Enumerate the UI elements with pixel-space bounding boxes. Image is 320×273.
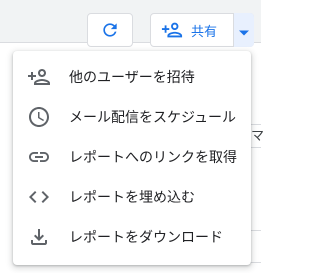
menu-item-invite-users[interactable]: 他のユーザーを招待 bbox=[13, 57, 251, 97]
menu-item-label: 他のユーザーを招待 bbox=[69, 70, 195, 86]
background-tab-label: マ bbox=[251, 129, 265, 144]
share-button-group: 共有 bbox=[150, 13, 254, 47]
link-icon bbox=[27, 145, 51, 169]
embed-code-icon bbox=[27, 185, 51, 209]
menu-item-embed-report[interactable]: レポートを埋め込む bbox=[13, 177, 251, 217]
menu-item-schedule-email[interactable]: メール配信をスケジュール bbox=[13, 97, 251, 137]
menu-item-label: レポートを埋め込む bbox=[69, 190, 195, 206]
person-add-icon bbox=[27, 65, 51, 89]
menu-item-download-report[interactable]: レポートをダウンロード bbox=[13, 217, 251, 257]
share-menu: 他のユーザーを招待 メール配信をスケジュール レポートへのリンクを取得 レポート… bbox=[13, 51, 251, 265]
menu-item-label: レポートへのリンクを取得 bbox=[69, 150, 237, 166]
download-icon bbox=[27, 225, 51, 249]
refresh-icon bbox=[98, 18, 122, 42]
menu-item-label: レポートをダウンロード bbox=[69, 230, 223, 246]
share-button[interactable]: 共有 bbox=[151, 14, 233, 46]
share-dropdown-button[interactable] bbox=[233, 13, 254, 47]
refresh-button[interactable] bbox=[87, 13, 133, 47]
share-label: 共有 bbox=[191, 24, 218, 40]
schedule-clock-icon bbox=[27, 105, 51, 129]
menu-item-get-link[interactable]: レポートへのリンクを取得 bbox=[13, 137, 251, 177]
caret-down-icon bbox=[239, 21, 249, 40]
menu-item-label: メール配信をスケジュール bbox=[69, 110, 237, 126]
person-add-icon bbox=[160, 18, 184, 42]
